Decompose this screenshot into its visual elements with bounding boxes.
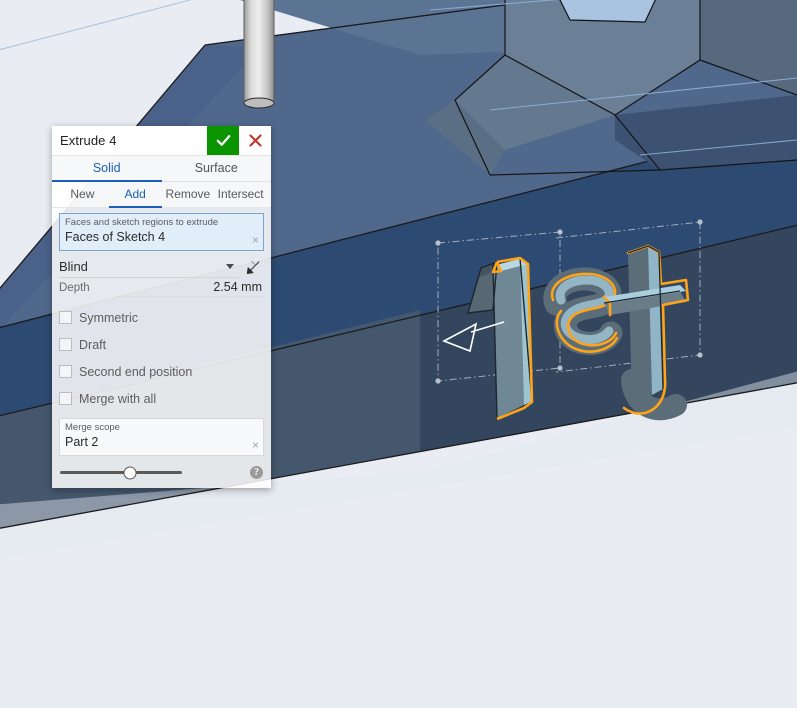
end-type-value: Blind <box>59 259 88 274</box>
checkbox-box-second-end-position[interactable] <box>59 365 72 378</box>
end-type-row: Blind <box>59 256 264 278</box>
checkbox-box-symmetric[interactable] <box>59 311 72 324</box>
cancel-button[interactable] <box>239 126 271 155</box>
dialog-title-bar[interactable]: Extrude 4 <box>52 126 271 156</box>
close-x-icon <box>248 134 262 147</box>
faces-selection-label: Faces and sketch regions to extrude <box>65 217 219 228</box>
accept-button[interactable] <box>207 126 239 155</box>
checkbox-box-draft[interactable] <box>59 338 72 351</box>
depth-label: Depth <box>59 282 90 294</box>
solid-surface-tabs[interactable]: Solid Surface <box>52 156 271 182</box>
char-1-stem-front <box>493 258 524 419</box>
depth-row[interactable]: Depth 2.54 mm <box>59 280 264 302</box>
check-icon <box>216 135 230 146</box>
merge-scope-clear-icon[interactable]: × <box>252 439 259 451</box>
merge-scope-label: Merge scope <box>65 422 120 433</box>
tab-add[interactable]: Add <box>108 183 162 208</box>
flip-direction-arrow-icon <box>246 260 259 274</box>
checkbox-label-draft: Draft <box>79 337 107 352</box>
tab-remove[interactable]: Remove <box>162 183 215 208</box>
faces-selection-field[interactable]: Faces and sketch regions to extrude Face… <box>59 213 264 251</box>
opacity-slider-thumb[interactable] <box>123 466 137 479</box>
opacity-slider[interactable] <box>60 466 182 479</box>
app-root: Extrude 4 Solid Surface New Add Remove I… <box>0 0 797 708</box>
extrude-dialog[interactable]: Extrude 4 Solid Surface New Add Remove I… <box>52 126 271 488</box>
merge-scope-value: Part 2 <box>65 435 99 449</box>
dialog-title: Extrude 4 <box>60 133 117 148</box>
tab-solid[interactable]: Solid <box>52 156 162 182</box>
tab-new[interactable]: New <box>56 183 109 208</box>
checkbox-label-symmetric: Symmetric <box>79 310 139 325</box>
dialog-body: Faces and sketch regions to extrude Face… <box>52 208 271 456</box>
tab-intersect[interactable]: Intersect <box>214 183 267 208</box>
chevron-down-icon[interactable] <box>226 264 234 269</box>
merge-scope-field[interactable]: Merge scope Part 2 × <box>59 418 264 456</box>
checkbox-symmetric[interactable]: Symmetric <box>59 304 264 331</box>
tab-surface[interactable]: Surface <box>162 156 272 182</box>
depth-input[interactable]: 2.54 mm <box>115 280 264 297</box>
checkbox-box-merge-with-all[interactable] <box>59 392 72 405</box>
end-type-select[interactable]: Blind <box>59 256 238 278</box>
boolean-operation-tabs[interactable]: New Add Remove Intersect <box>52 182 271 208</box>
checkbox-label-merge-with-all: Merge with all <box>79 391 157 406</box>
checkbox-draft[interactable]: Draft <box>59 331 264 358</box>
checkbox-second-end-position[interactable]: Second end position <box>59 358 264 385</box>
flip-direction-button[interactable] <box>240 256 264 278</box>
checkbox-label-second-end-position: Second end position <box>79 364 193 379</box>
help-icon[interactable]: ? <box>250 466 263 479</box>
checkbox-merge-with-all[interactable]: Merge with all <box>59 385 264 412</box>
cylinder-pin <box>243 0 275 109</box>
faces-selection-clear-icon[interactable]: × <box>252 234 259 246</box>
dialog-footer: ? <box>52 456 271 488</box>
faces-selection-value: Faces of Sketch 4 <box>65 230 166 244</box>
